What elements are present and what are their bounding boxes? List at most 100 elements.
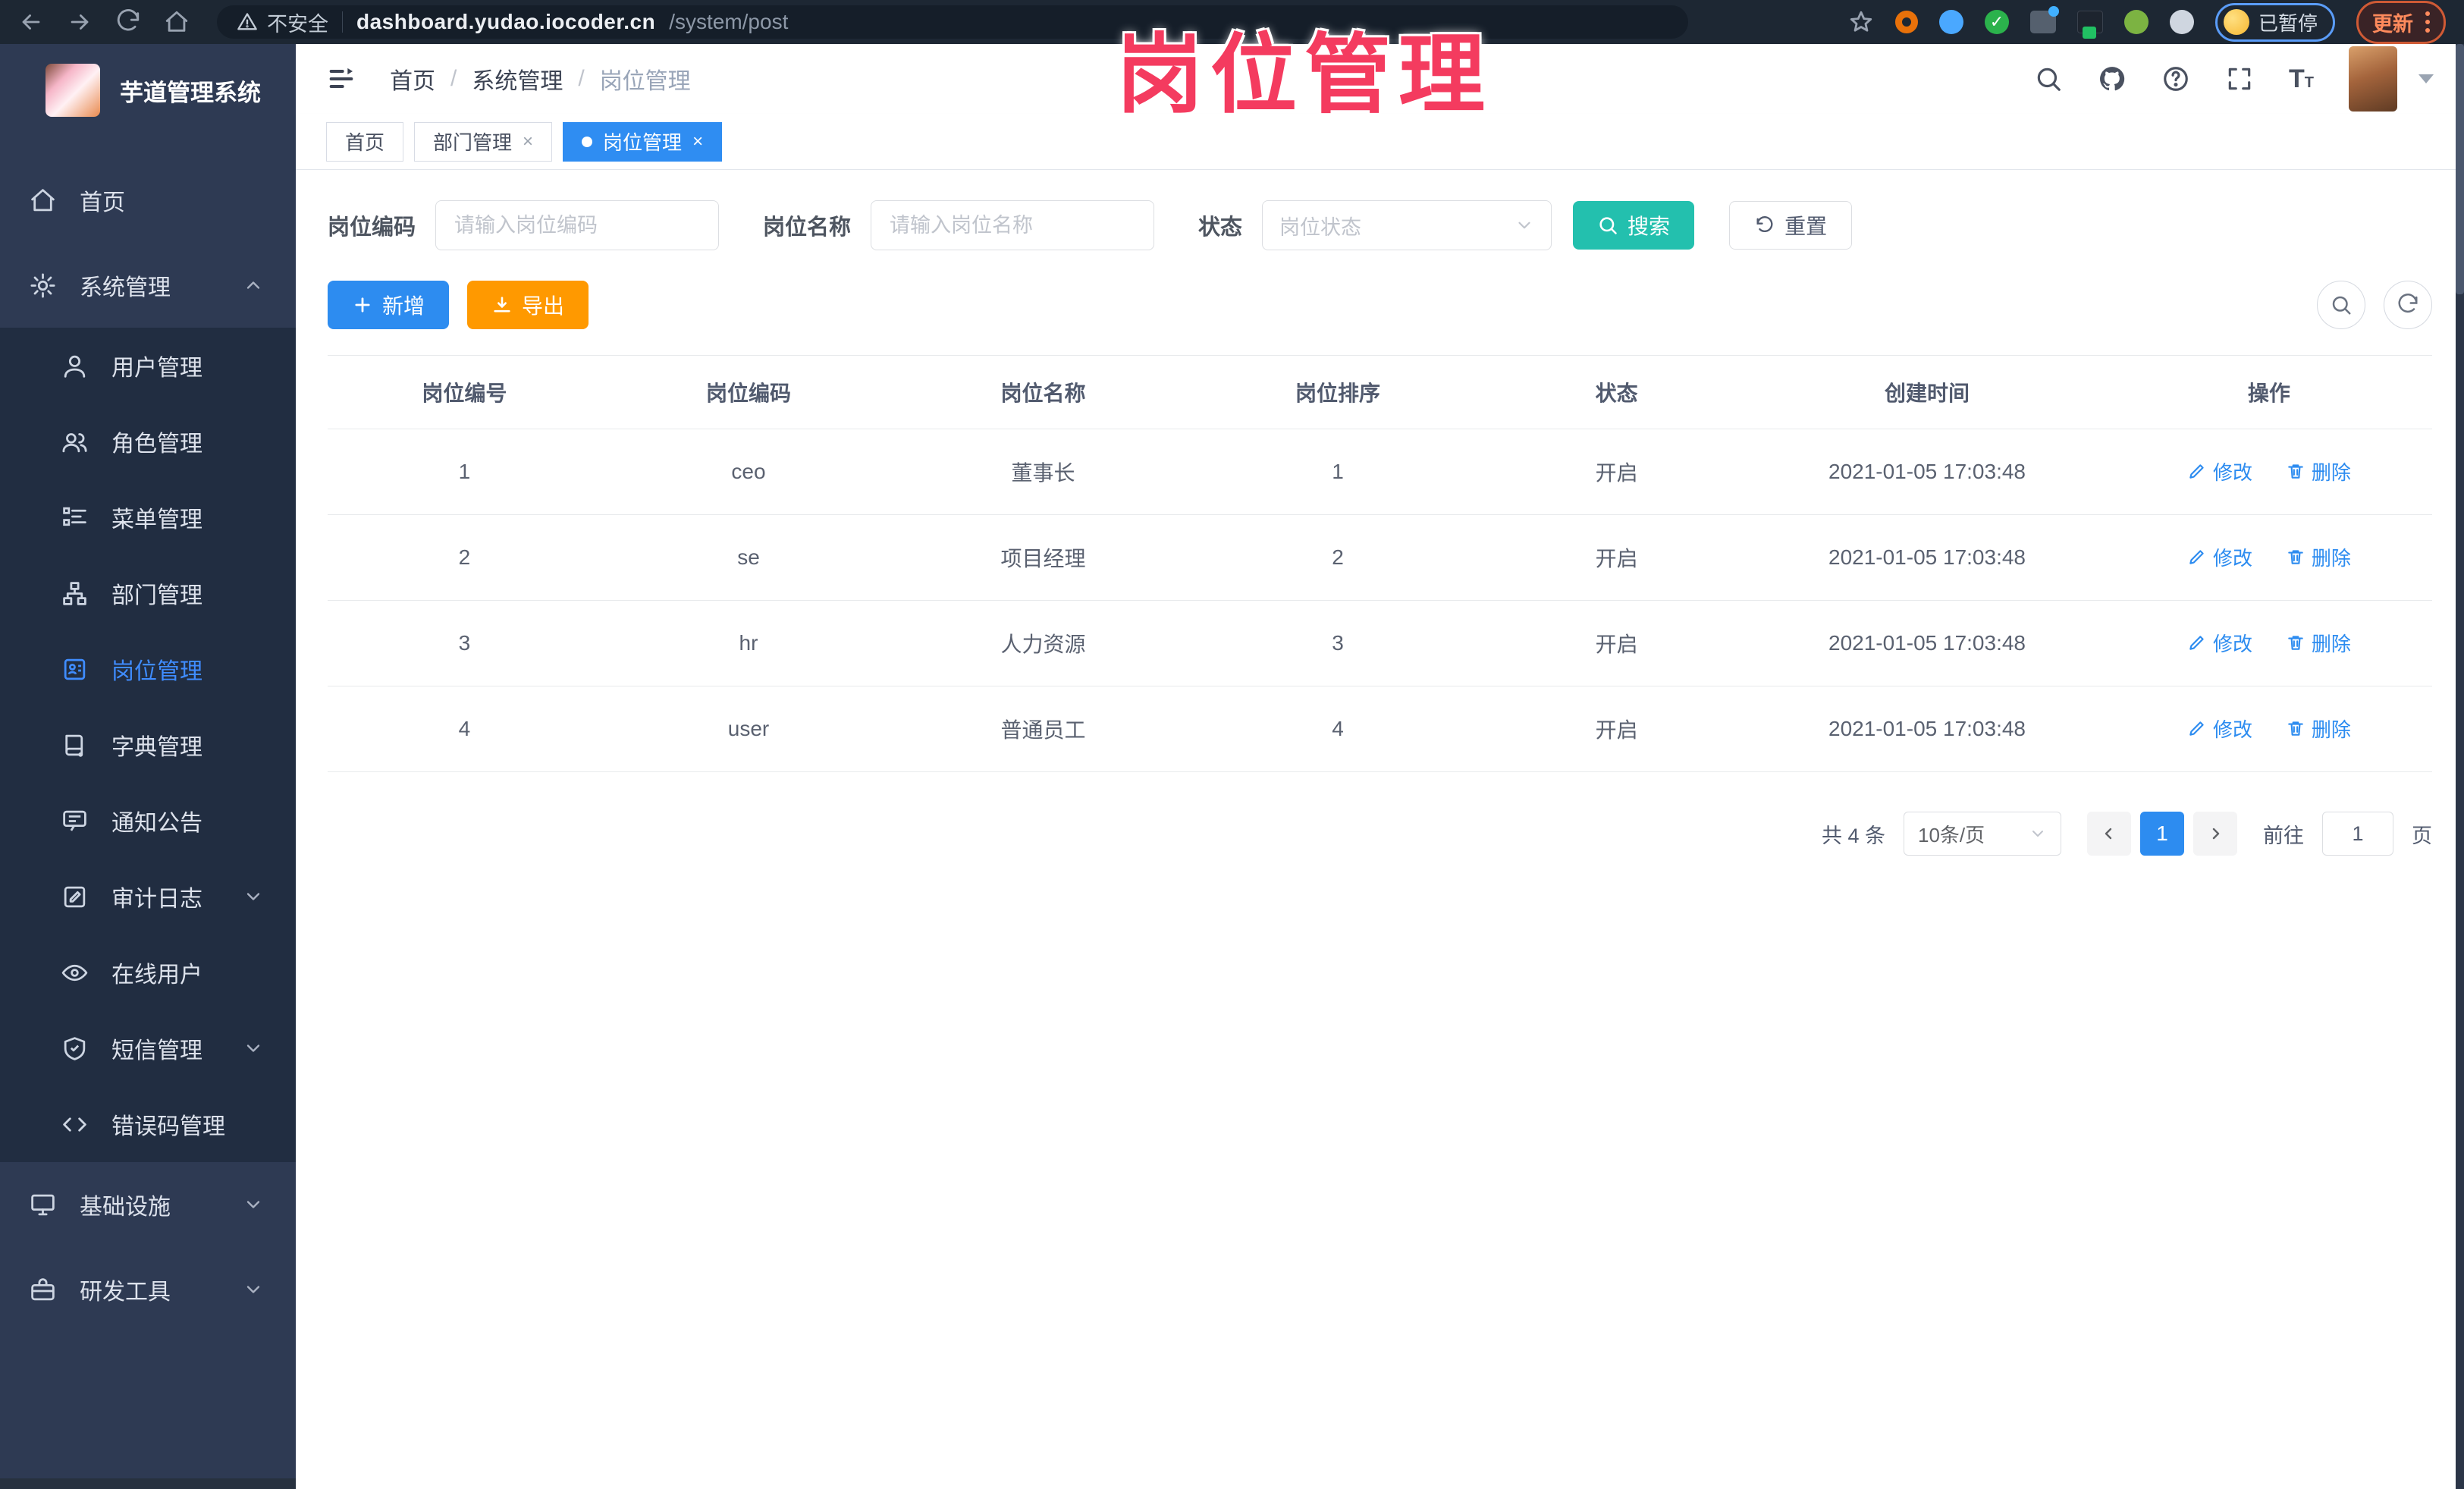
sidebar-item-home[interactable]: 首页: [0, 158, 296, 243]
page-size-select[interactable]: 10条/页: [1904, 812, 2061, 856]
active-tab-dot: [582, 136, 593, 147]
font-size-icon[interactable]: TT: [2289, 64, 2314, 94]
sidebar-item-roles[interactable]: 角色管理: [0, 404, 296, 479]
warning-icon: [237, 13, 257, 30]
avatar-caret-icon[interactable]: [2418, 74, 2434, 83]
edit-link[interactable]: 修改: [2187, 629, 2252, 657]
paused-label: 已暂停: [2258, 11, 2318, 35]
help-icon[interactable]: [2161, 64, 2190, 93]
cell-status: 开启: [1485, 686, 1749, 772]
tab-home[interactable]: 首页: [326, 121, 404, 162]
sidebar-item-users[interactable]: 用户管理: [0, 328, 296, 404]
sidebar-item-audit-log[interactable]: 审计日志: [0, 859, 296, 935]
browser-menu-icon[interactable]: [2425, 11, 2430, 33]
github-icon[interactable]: [2098, 64, 2127, 93]
extension-server-icon[interactable]: [2076, 11, 2103, 39]
edit-link[interactable]: 修改: [2187, 457, 2252, 485]
app-header: 首页 / 系统管理 / 岗位管理 TT: [296, 44, 2464, 114]
sidebar-item-system[interactable]: 系统管理: [0, 243, 296, 328]
pencil-icon: [2189, 550, 2204, 564]
sidebar-item-posts[interactable]: 岗位管理: [0, 631, 296, 707]
browser-reload-icon[interactable]: [115, 9, 141, 35]
bookmark-star-icon[interactable]: [1848, 9, 1874, 35]
sidebar-item-menus[interactable]: 菜单管理: [0, 479, 296, 555]
posts-table: 岗位编号 岗位编码 岗位名称 岗位排序 状态 创建时间 操作 1 ceo 董事长…: [328, 355, 2432, 772]
browser-toolbar: 不安全 dashboard.yudao.iocoder.cn/system/po…: [0, 0, 2464, 44]
collapse-sidebar-icon[interactable]: [326, 64, 356, 94]
breadcrumb-home[interactable]: 首页: [390, 62, 435, 96]
security-chip[interactable]: 不安全: [237, 8, 328, 37]
sidebar-item-dev-tools[interactable]: 研发工具: [0, 1247, 296, 1332]
pencil-icon: [2189, 464, 2204, 479]
extensions-puzzle-icon[interactable]: [2169, 10, 2194, 34]
edit-link[interactable]: 修改: [2187, 715, 2252, 743]
delete-link[interactable]: 删除: [2286, 457, 2351, 485]
user-avatar[interactable]: [2349, 46, 2397, 112]
browser-back-icon[interactable]: [18, 9, 44, 35]
delete-link[interactable]: 删除: [2286, 715, 2351, 743]
sidebar-item-label: 审计日志: [111, 887, 202, 912]
column-header-name: 岗位名称: [896, 355, 1191, 429]
sidebar-item-infrastructure[interactable]: 基础设施: [0, 1162, 296, 1247]
sidebar-item-error-codes[interactable]: 错误码管理: [0, 1086, 296, 1162]
add-button-label: 新增: [382, 294, 425, 318]
table-utility-buttons: [2317, 281, 2432, 329]
post-name-input[interactable]: [871, 200, 1155, 250]
cell-id: 1: [328, 429, 601, 515]
tab-posts[interactable]: 岗位管理 ×: [563, 121, 723, 162]
prev-page-button[interactable]: [2087, 812, 2131, 856]
status-select[interactable]: 岗位状态: [1262, 200, 1552, 250]
extension-keyboard-icon[interactable]: [2029, 6, 2059, 33]
home-icon: [31, 188, 55, 211]
browser-forward-icon[interactable]: [67, 9, 93, 35]
sidebar-item-departments[interactable]: 部门管理: [0, 555, 296, 631]
extension-ubuntu-icon[interactable]: [1894, 11, 1918, 33]
cell-code: ceo: [601, 429, 896, 515]
fullscreen-icon[interactable]: [2225, 64, 2254, 93]
refresh-table-button[interactable]: [2384, 281, 2432, 329]
cell-status: 开启: [1485, 429, 1749, 515]
export-button[interactable]: 导出: [467, 281, 589, 329]
search-button[interactable]: 搜索: [1573, 201, 1695, 250]
close-icon[interactable]: ×: [692, 132, 703, 151]
extension-drop-icon[interactable]: [1938, 10, 1963, 34]
current-page-button[interactable]: 1: [2140, 812, 2184, 856]
cell-created: 2021-01-05 17:03:48: [1748, 600, 2106, 686]
sidebar-item-online-users[interactable]: 在线用户: [0, 935, 296, 1010]
app-logo[interactable]: 芋道管理系统: [0, 44, 296, 135]
delete-link[interactable]: 删除: [2286, 629, 2351, 657]
address-bar[interactable]: 不安全 dashboard.yudao.iocoder.cn/system/po…: [217, 5, 1688, 39]
cell-sort: 4: [1190, 686, 1486, 772]
main-area: 首页 / 系统管理 / 岗位管理 TT 首页 部门管理 × 岗位管理 × 岗位编…: [296, 44, 2464, 1489]
post-code-input[interactable]: [435, 200, 720, 250]
next-page-button[interactable]: [2193, 812, 2237, 856]
tab-departments[interactable]: 部门管理 ×: [414, 121, 553, 162]
browser-home-icon[interactable]: [164, 9, 190, 35]
table-row: 3 hr 人力资源 3 开启 2021-01-05 17:03:48 修改 删除: [328, 600, 2432, 686]
goto-page-input[interactable]: [2322, 812, 2393, 856]
add-button[interactable]: 新增: [328, 281, 450, 329]
close-icon[interactable]: ×: [523, 132, 533, 151]
breadcrumb-system[interactable]: 系统管理: [472, 62, 563, 96]
sidebar-item-dictionary[interactable]: 字典管理: [0, 707, 296, 783]
extension-leaf-icon[interactable]: [2123, 10, 2149, 34]
page-content: 岗位编码 岗位名称 状态 岗位状态 搜索 重置 新增: [296, 170, 2464, 1489]
sidebar-item-label: 首页: [80, 190, 125, 215]
chevron-down-icon: [246, 893, 260, 900]
sidebar-item-label: 在线用户: [111, 963, 202, 988]
toggle-search-button[interactable]: [2317, 281, 2365, 329]
search-icon[interactable]: [2034, 64, 2063, 93]
org-chart-icon: [63, 581, 86, 605]
delete-link[interactable]: 删除: [2286, 543, 2351, 571]
extension-check-icon[interactable]: ✓: [1984, 10, 2009, 34]
sidebar-bottom-strip: [0, 1478, 296, 1489]
sidebar-item-notices[interactable]: 通知公告: [0, 783, 296, 859]
cell-name: 项目经理: [896, 514, 1191, 601]
cell-created: 2021-01-05 17:03:48: [1748, 514, 2106, 601]
browser-update-button[interactable]: 更新: [2356, 0, 2446, 44]
reset-button[interactable]: 重置: [1729, 201, 1853, 250]
window-scrollbar[interactable]: [2456, 44, 2464, 1489]
profile-paused-badge[interactable]: 已暂停: [2214, 2, 2335, 42]
edit-link[interactable]: 修改: [2187, 543, 2252, 571]
sidebar-item-sms[interactable]: 短信管理: [0, 1010, 296, 1086]
